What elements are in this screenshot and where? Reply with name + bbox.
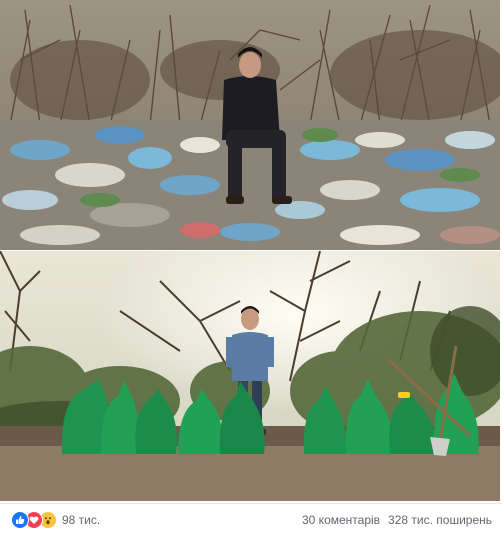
before-cleanup-photo[interactable]	[0, 0, 500, 251]
like-icon	[11, 511, 29, 529]
reactions-summary[interactable]: 98 тис.	[11, 511, 100, 529]
post-footer: 98 тис. 30 коментарів 328 тис. поширень	[0, 503, 502, 536]
after-photo-scene	[0, 251, 500, 501]
reaction-count: 98 тис.	[62, 513, 101, 527]
after-cleanup-photo[interactable]	[0, 251, 500, 501]
post-stats: 30 коментарів 328 тис. поширень	[302, 513, 492, 527]
before-photo-scene	[0, 0, 500, 251]
shares-count-link[interactable]: 328 тис. поширень	[388, 513, 492, 527]
facebook-post: 98 тис. 30 коментарів 328 тис. поширень	[0, 0, 502, 536]
comments-count-link[interactable]: 30 коментарів	[302, 513, 380, 527]
